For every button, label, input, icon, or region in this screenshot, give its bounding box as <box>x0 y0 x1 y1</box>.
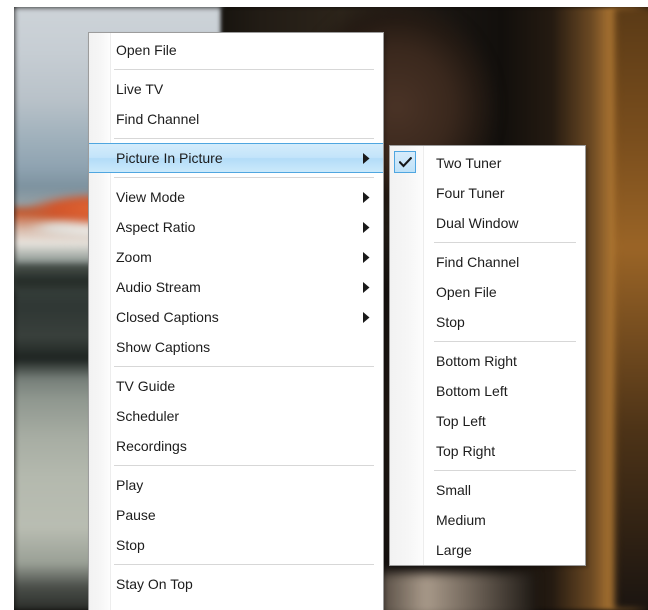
menu-item-aspect-ratio[interactable]: Aspect Ratio <box>89 212 383 242</box>
submenu-item-label: Four Tuner <box>436 185 505 201</box>
menu-item-zoom[interactable]: Zoom <box>89 242 383 272</box>
submenu-item-dual-window[interactable]: Dual Window <box>390 208 585 238</box>
menu-separator-line <box>434 470 576 471</box>
menu-item-label: Stay On Top <box>116 576 193 592</box>
menu-item-label: Play <box>116 477 144 493</box>
submenu-item-small[interactable]: Small <box>390 475 585 505</box>
menu-item-label: Closed Captions <box>116 309 219 325</box>
menu-item-tv-guide[interactable]: TV Guide <box>89 371 383 401</box>
menu-item-show-captions[interactable]: Show Captions <box>89 332 383 362</box>
menu-item-stop[interactable]: Stop <box>89 530 383 560</box>
context-menu-item-list: Open File Live TV Find Channel Picture In P… <box>89 33 383 601</box>
submenu-item-label: Top Left <box>436 413 486 429</box>
submenu-item-label: Open File <box>436 284 497 300</box>
submenu-item-list: Two Tuner Four Tuner Dual Window Find Chann… <box>390 146 585 565</box>
menu-item-label: Live TV <box>116 81 164 97</box>
menu-item-label: Find Channel <box>116 111 200 127</box>
menu-separator <box>89 65 383 74</box>
menu-separator-line <box>114 465 374 466</box>
menu-item-label: Zoom <box>116 249 152 265</box>
submenu-item-bottom-right[interactable]: Bottom Right <box>390 346 585 376</box>
background-warm-edge <box>614 7 648 610</box>
menu-item-label: View Mode <box>116 189 186 205</box>
submenu-item-medium[interactable]: Medium <box>390 505 585 535</box>
submenu-item-large[interactable]: Large <box>390 535 585 565</box>
menu-separator <box>390 466 585 475</box>
menu-item-recordings[interactable]: Recordings <box>89 431 383 461</box>
menu-separator <box>89 461 383 470</box>
picture-in-picture-submenu[interactable]: Two Tuner Four Tuner Dual Window Find Chann… <box>389 145 586 566</box>
menu-item-label: Open File <box>116 42 177 58</box>
submenu-item-label: Stop <box>436 314 465 330</box>
submenu-item-label: Find Channel <box>436 254 520 270</box>
menu-item-label: Show Captions <box>116 339 211 355</box>
menu-item-label: Pause <box>116 507 156 523</box>
submenu-item-label: Dual Window <box>436 215 519 231</box>
submenu-item-label: Bottom Right <box>436 353 517 369</box>
submenu-item-label: Small <box>436 482 472 498</box>
check-icon <box>394 151 416 173</box>
menu-separator-line <box>114 177 374 178</box>
submenu-item-label: Medium <box>436 512 486 528</box>
submenu-item-open-file[interactable]: Open File <box>390 277 585 307</box>
submenu-item-top-right[interactable]: Top Right <box>390 436 585 466</box>
menu-item-label: TV Guide <box>116 378 176 394</box>
menu-separator-line <box>434 341 576 342</box>
menu-item-label: Picture In Picture <box>116 150 223 166</box>
menu-item-view-mode[interactable]: View Mode <box>89 182 383 212</box>
menu-item-label: Recordings <box>116 438 187 454</box>
menu-item-label: Stop <box>116 537 145 553</box>
menu-separator-line <box>114 564 374 565</box>
player-context-menu[interactable]: Open File Live TV Find Channel Picture In P… <box>88 32 384 610</box>
submenu-item-four-tuner[interactable]: Four Tuner <box>390 178 585 208</box>
menu-separator <box>390 238 585 247</box>
menu-item-label: Scheduler <box>116 408 180 424</box>
menu-separator <box>89 173 383 182</box>
menu-item-stay-on-top[interactable]: Stay On Top <box>89 569 383 599</box>
menu-item-audio-stream[interactable]: Audio Stream <box>89 272 383 302</box>
submenu-arrow-icon <box>357 251 375 263</box>
menu-separator-line <box>114 69 374 70</box>
submenu-item-label: Bottom Left <box>436 383 508 399</box>
menu-separator <box>89 560 383 569</box>
submenu-item-label: Large <box>436 542 472 558</box>
submenu-item-two-tuner[interactable]: Two Tuner <box>390 148 585 178</box>
menu-item-play[interactable]: Play <box>89 470 383 500</box>
menu-separator <box>390 337 585 346</box>
menu-separator-line <box>434 242 576 243</box>
submenu-arrow-icon <box>357 152 375 164</box>
submenu-item-find-channel[interactable]: Find Channel <box>390 247 585 277</box>
submenu-arrow-icon <box>357 191 375 203</box>
menu-item-label: Audio Stream <box>116 279 201 295</box>
menu-item-live-tv[interactable]: Live TV <box>89 74 383 104</box>
menu-item-label: Aspect Ratio <box>116 219 196 235</box>
submenu-item-label: Two Tuner <box>436 155 502 171</box>
submenu-arrow-icon <box>357 281 375 293</box>
menu-item-pause[interactable]: Pause <box>89 500 383 530</box>
submenu-arrow-icon <box>357 311 375 323</box>
submenu-item-label: Top Right <box>436 443 496 459</box>
screen-root: Open File Live TV Find Channel Picture In P… <box>0 0 648 610</box>
menu-item-picture-in-picture[interactable]: Picture In Picture <box>89 143 383 173</box>
submenu-item-top-left[interactable]: Top Left <box>390 406 585 436</box>
menu-separator-line <box>114 366 374 367</box>
menu-separator <box>89 362 383 371</box>
submenu-item-stop[interactable]: Stop <box>390 307 585 337</box>
menu-separator <box>89 134 383 143</box>
menu-separator-line <box>114 138 374 139</box>
submenu-item-bottom-left[interactable]: Bottom Left <box>390 376 585 406</box>
menu-item-closed-captions[interactable]: Closed Captions <box>89 302 383 332</box>
menu-item-find-channel[interactable]: Find Channel <box>89 104 383 134</box>
menu-item-open-file[interactable]: Open File <box>89 35 383 65</box>
submenu-arrow-icon <box>357 221 375 233</box>
menu-item-scheduler[interactable]: Scheduler <box>89 401 383 431</box>
